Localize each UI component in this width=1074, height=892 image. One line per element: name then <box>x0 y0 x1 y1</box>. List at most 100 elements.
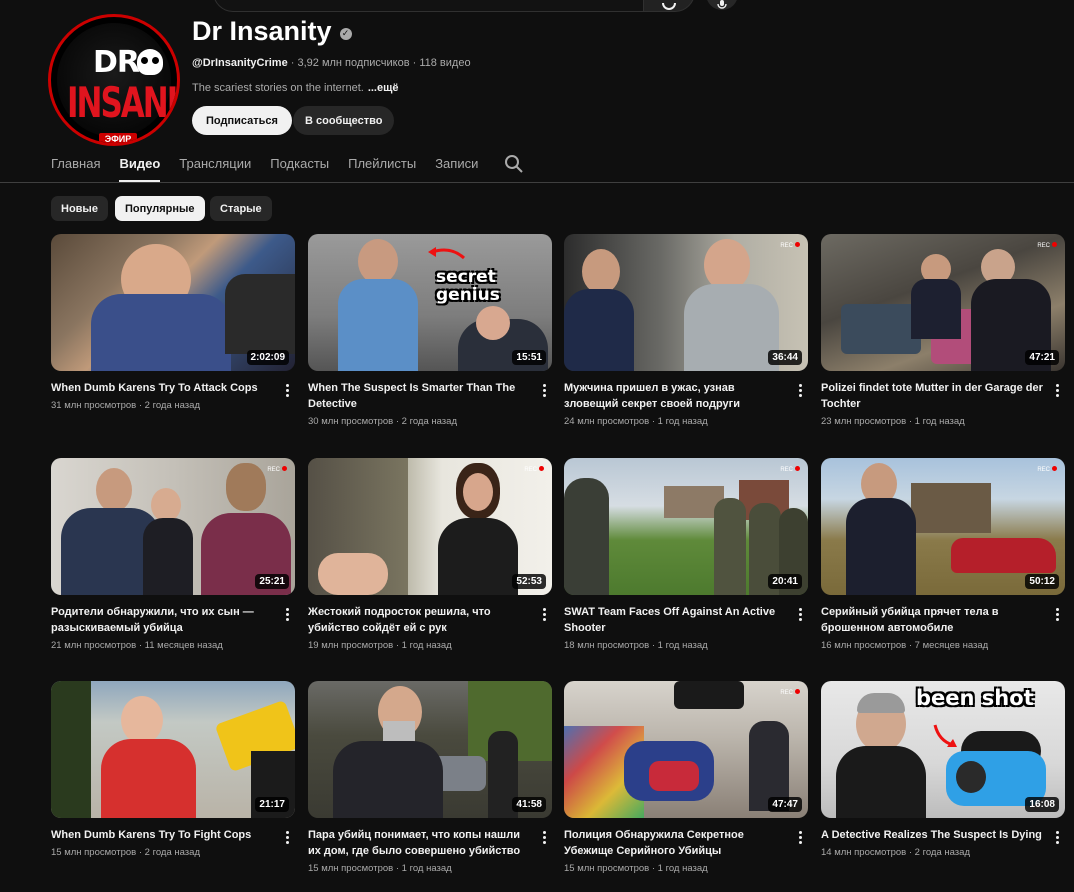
tab-posts[interactable]: Записи <box>435 150 478 182</box>
video-card[interactable]: 2:02:09 When Dumb Karens Try To Attack C… <box>51 234 295 411</box>
video-thumbnail[interactable]: REC 47:21 <box>821 234 1065 371</box>
video-thumbnail[interactable]: secret genius 15:51 <box>308 234 552 371</box>
channel-meta: @DrInsanityCrime · 3,92 млн подписчиков … <box>192 57 471 69</box>
video-card[interactable]: been shot 16:08 A Detective Realizes The… <box>821 681 1065 858</box>
video-title[interactable]: When The Suspect Is Smarter Than The Det… <box>308 380 530 412</box>
video-meta: 16 млн просмотров · 7 месяцев назад <box>821 640 989 651</box>
video-thumbnail[interactable]: REC 25:21 <box>51 458 295 595</box>
video-card[interactable]: REC 52:53 Жестокий подросток решила, что… <box>308 458 552 651</box>
more-vert-icon[interactable] <box>543 831 547 844</box>
chip-popular[interactable]: Популярные <box>115 196 205 221</box>
video-views: 30 млн просмотров <box>308 416 394 427</box>
video-thumbnail[interactable]: REC 47:47 <box>564 681 808 818</box>
video-card[interactable]: REC 20:41 SWAT Team Faces Off Against An… <box>564 458 808 651</box>
live-badge: ЭФИР <box>99 133 137 143</box>
video-thumbnail[interactable]: 21:17 <box>51 681 295 818</box>
channel-stats: · 3,92 млн подписчиков · 118 видео <box>290 57 471 69</box>
video-title[interactable]: Полиция Обнаружила Секретное Убежище Сер… <box>564 827 786 859</box>
video-card[interactable]: REC 47:47 Полиция Обнаружила Секретное У… <box>564 681 808 874</box>
search-icon[interactable] <box>504 154 524 174</box>
more-vert-icon[interactable] <box>799 831 803 844</box>
search-input[interactable] <box>213 0 645 12</box>
more-vert-icon[interactable] <box>286 608 290 621</box>
community-button[interactable]: В сообщество <box>293 106 395 135</box>
more-vert-icon[interactable] <box>543 608 547 621</box>
more-vert-icon[interactable] <box>286 831 290 844</box>
video-views: 15 млн просмотров <box>564 863 650 874</box>
more-vert-icon[interactable] <box>799 608 803 621</box>
video-duration: 50:12 <box>1025 574 1059 589</box>
video-card[interactable]: REC 50:12 Серийный убийца прячет тела в … <box>821 458 1065 651</box>
video-meta: 30 млн просмотров · 2 года назад <box>308 416 457 427</box>
channel-tabs: Главная Видео Трансляции Подкасты Плейли… <box>51 150 497 184</box>
video-title[interactable]: When Dumb Karens Try To Attack Cops <box>51 380 273 396</box>
video-card[interactable]: REC 47:21 Polizei findet tote Mutter in … <box>821 234 1065 427</box>
more-vert-icon[interactable] <box>543 384 547 397</box>
avatar-logo: DR. INSANITY <box>57 23 177 137</box>
more-vert-icon[interactable] <box>1056 384 1060 397</box>
more-vert-icon[interactable] <box>1056 608 1060 621</box>
video-age: 2 года назад <box>401 416 457 427</box>
video-duration: 41:58 <box>512 797 546 812</box>
video-duration: 25:21 <box>255 574 289 589</box>
video-duration: 15:51 <box>512 350 546 365</box>
search-button[interactable] <box>643 0 695 12</box>
video-age: 1 год назад <box>657 640 708 651</box>
video-card[interactable]: 41:58 Пара убийц понимает, что копы нашл… <box>308 681 552 874</box>
chip-newest[interactable]: Новые <box>51 196 108 221</box>
video-card[interactable]: REC 36:44 Мужчина пришел в ужас, узнав з… <box>564 234 808 427</box>
voice-search-button[interactable] <box>706 0 738 10</box>
video-thumbnail[interactable]: REC 52:53 <box>308 458 552 595</box>
video-age: 1 год назад <box>401 640 452 651</box>
video-title[interactable]: A Detective Realizes The Suspect Is Dyin… <box>821 827 1043 843</box>
video-age: 7 месяцев назад <box>914 640 989 651</box>
video-thumbnail[interactable]: REC 36:44 <box>564 234 808 371</box>
video-thumbnail[interactable]: REC 50:12 <box>821 458 1065 595</box>
tab-podcasts[interactable]: Подкасты <box>270 150 329 182</box>
channel-name: Dr Insanity <box>192 16 332 46</box>
video-card[interactable]: 21:17 When Dumb Karens Try To Fight Cops… <box>51 681 295 858</box>
video-age: 1 год назад <box>657 863 708 874</box>
channel-description: The scariest stories on the internet....… <box>192 82 399 94</box>
more-vert-icon[interactable] <box>1056 831 1060 844</box>
video-views: 15 млн просмотров <box>51 847 137 858</box>
tab-home[interactable]: Главная <box>51 150 100 182</box>
chip-oldest[interactable]: Старые <box>210 196 272 221</box>
video-views: 15 млн просмотров <box>308 863 394 874</box>
video-card[interactable]: REC 25:21 Родители обнаружили, что их сы… <box>51 458 295 651</box>
video-card[interactable]: secret genius 15:51 When The Suspect Is … <box>308 234 552 427</box>
description-more-link[interactable]: ...ещё <box>368 82 399 94</box>
thumbnail-overlay-text: been shot <box>916 686 1034 710</box>
rec-indicator: REC <box>780 242 800 249</box>
video-duration: 16:08 <box>1025 797 1059 812</box>
video-age: 2 года назад <box>144 400 200 411</box>
video-title[interactable]: When Dumb Karens Try To Fight Cops <box>51 827 273 843</box>
video-title[interactable]: Серийный убийца прячет тела в брошенном … <box>821 604 1043 636</box>
video-title[interactable]: Polizei findet tote Mutter in der Garage… <box>821 380 1043 412</box>
video-duration: 36:44 <box>768 350 802 365</box>
video-duration: 21:17 <box>255 797 289 812</box>
more-vert-icon[interactable] <box>286 384 290 397</box>
video-views: 23 млн просмотров <box>821 416 907 427</box>
video-duration: 47:21 <box>1025 350 1059 365</box>
video-age: 1 год назад <box>914 416 965 427</box>
more-vert-icon[interactable] <box>799 384 803 397</box>
subscribe-button[interactable]: Подписаться <box>192 106 292 135</box>
video-title[interactable]: Пара убийц понимает, что копы нашли их д… <box>308 827 530 859</box>
video-thumbnail[interactable]: REC 20:41 <box>564 458 808 595</box>
video-title[interactable]: SWAT Team Faces Off Against An Active Sh… <box>564 604 786 636</box>
channel-avatar[interactable]: DR. INSANITY ЭФИР <box>48 14 180 146</box>
tab-live[interactable]: Трансляции <box>179 150 251 182</box>
video-thumbnail[interactable]: 2:02:09 <box>51 234 295 371</box>
video-thumbnail[interactable]: been shot 16:08 <box>821 681 1065 818</box>
video-title[interactable]: Жестокий подросток решила, что убийство … <box>308 604 530 636</box>
video-title[interactable]: Родители обнаружили, что их сын — разыск… <box>51 604 273 636</box>
video-title[interactable]: Мужчина пришел в ужас, узнав зловещий се… <box>564 380 786 412</box>
video-duration: 47:47 <box>768 797 802 812</box>
tab-videos[interactable]: Видео <box>119 150 161 182</box>
video-views: 18 млн просмотров <box>564 640 650 651</box>
video-thumbnail[interactable]: 41:58 <box>308 681 552 818</box>
video-views: 31 млн просмотров <box>51 400 137 411</box>
video-age: 1 год назад <box>401 863 452 874</box>
tab-playlists[interactable]: Плейлисты <box>348 150 416 182</box>
